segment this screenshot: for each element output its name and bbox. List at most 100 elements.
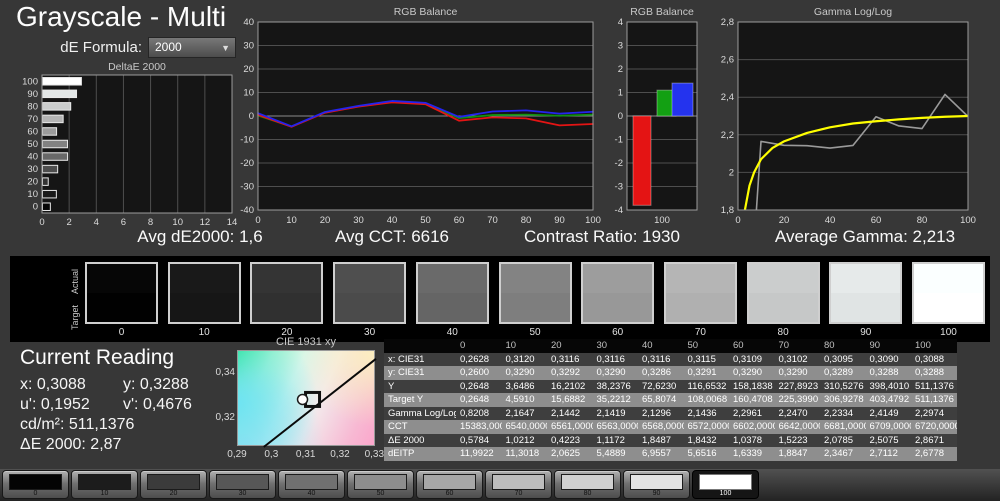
table-cell: 0,3290 xyxy=(505,367,535,379)
patch-button-10[interactable]: 10 xyxy=(71,470,138,499)
patch-swatch xyxy=(630,474,683,490)
swatch-actual-half xyxy=(87,264,156,293)
table-cell: 0,3289 xyxy=(824,367,854,379)
patch-label: 90 xyxy=(652,490,661,497)
table-cell: 306,9278 xyxy=(824,394,864,406)
svg-text:30: 30 xyxy=(353,215,364,226)
target-label: Target xyxy=(70,304,80,330)
svg-text:80: 80 xyxy=(521,215,532,226)
table-cell: 227,8923 xyxy=(778,380,819,392)
patch-button-60[interactable]: 60 xyxy=(416,470,483,499)
cie-chart: CIE 1931 xy 0,34 0,32 0,29 0,3 0,31 0,32 0,33 xyxy=(205,336,385,472)
patch-label: 40 xyxy=(307,490,316,497)
svg-text:90: 90 xyxy=(27,89,38,100)
swatch-target-half xyxy=(252,293,322,322)
patch-label: 80 xyxy=(583,490,592,497)
svg-text:30: 30 xyxy=(27,164,38,175)
patch-label: 70 xyxy=(514,490,523,497)
table-cell: 6720,0000 xyxy=(915,421,957,433)
gray-swatch xyxy=(250,262,324,324)
table-cell: 38,2376 xyxy=(596,380,631,392)
table-cell: 2,0785 xyxy=(824,434,854,446)
cie-x-tick-label: 0,29 xyxy=(227,449,247,460)
stat-contrast-ratio: Contrast Ratio: 1930 xyxy=(524,227,680,246)
patch-button-80[interactable]: 80 xyxy=(554,470,621,499)
table-cell: 0,3290 xyxy=(778,367,808,379)
table-row: Target Y 0,2648 4,5910 15,6882 35,2212 65,807… xyxy=(384,393,957,407)
swatch-actual-half xyxy=(500,264,570,293)
table-cell: 6,9557 xyxy=(642,448,672,460)
svg-text:20: 20 xyxy=(320,215,331,226)
table-cell: 1,5223 xyxy=(778,434,808,446)
patch-button-30[interactable]: 30 xyxy=(209,470,276,499)
patch-button-50[interactable]: 50 xyxy=(347,470,414,499)
table-cell: 0,3095 xyxy=(824,353,854,365)
svg-text:4: 4 xyxy=(618,17,623,28)
table-cell: 6602,0000 xyxy=(733,421,775,433)
swatch-label: 60 xyxy=(612,327,624,338)
patch-button-90[interactable]: 90 xyxy=(623,470,690,499)
table-cell: 6561,0000 xyxy=(551,421,593,433)
gray-swatch xyxy=(912,262,985,324)
table-cell: 2,1296 xyxy=(642,407,672,419)
svg-text:10: 10 xyxy=(286,215,297,226)
swatch-label: 90 xyxy=(860,327,872,338)
table-cell: 0,2628 xyxy=(460,353,490,365)
table-cell: 158,1838 xyxy=(733,380,773,392)
svg-text:40: 40 xyxy=(243,17,254,28)
swatch-target-half xyxy=(335,293,405,322)
patch-button-20[interactable]: 20 xyxy=(140,470,207,499)
cie-x-tick-label: 0,31 xyxy=(295,449,316,460)
svg-text:50: 50 xyxy=(420,215,431,226)
reading-x: x: 0,3088 xyxy=(20,376,86,393)
table-cell: 116,6532 xyxy=(687,380,727,392)
table-cell: 1,8487 xyxy=(642,434,672,446)
table-header-cell: 90 xyxy=(865,339,911,353)
table-cell: 6642,0000 xyxy=(778,421,821,433)
table-header-cell: 30 xyxy=(592,339,638,353)
table-cell: 0,2648 xyxy=(460,394,490,406)
swatch-label: 50 xyxy=(529,327,541,338)
table-cell: 65,8074 xyxy=(642,394,677,406)
swatch-label: 0 xyxy=(118,327,125,338)
table-header-cell: 0 xyxy=(456,339,502,353)
swatch-target-half xyxy=(500,293,570,322)
svg-text:0: 0 xyxy=(618,111,623,122)
patch-swatch xyxy=(354,474,407,490)
table-cell: 398,4010 xyxy=(869,380,910,392)
table-cell: 0,3290 xyxy=(733,367,763,379)
patch-button-100[interactable]: 100 xyxy=(692,470,759,499)
svg-text:2,8: 2,8 xyxy=(721,17,734,28)
table-cell: 0,3286 xyxy=(642,367,672,379)
patch-label: 50 xyxy=(376,490,385,497)
de-formula-value: 2000 xyxy=(155,40,182,54)
de-formula-select[interactable]: 2000 ▼ xyxy=(148,37,236,58)
patch-swatch xyxy=(216,474,269,490)
svg-text:DeltaE 2000: DeltaE 2000 xyxy=(108,61,166,73)
svg-text:1,8: 1,8 xyxy=(721,205,734,216)
table-header-cell: 50 xyxy=(683,339,729,353)
patch-button-40[interactable]: 40 xyxy=(278,470,345,499)
svg-text:2,4: 2,4 xyxy=(721,92,734,103)
svg-text:80: 80 xyxy=(27,101,38,112)
swatch-label: 70 xyxy=(694,327,706,338)
table-cell: 2,7112 xyxy=(869,448,898,460)
patch-label: 10 xyxy=(100,490,109,497)
svg-text:2: 2 xyxy=(66,217,71,228)
table-header-cell: 80 xyxy=(820,339,866,353)
patch-button-0[interactable]: 0 xyxy=(2,470,69,499)
swatch-target-half xyxy=(417,293,487,322)
dropdown-arrow-icon: ▼ xyxy=(221,43,230,53)
svg-text:80: 80 xyxy=(917,215,928,226)
table-cell: 6540,0000 xyxy=(505,421,548,433)
table-cell: 72,6230 xyxy=(642,380,677,392)
patch-button-70[interactable]: 70 xyxy=(485,470,552,499)
table-cell: 2,0625 xyxy=(551,448,581,460)
reading-v: v': 0,4676 xyxy=(123,396,192,413)
svg-text:0: 0 xyxy=(39,217,44,228)
table-cell: 511,1376 xyxy=(915,394,954,406)
svg-text:70: 70 xyxy=(27,114,38,125)
de-formula-label: dE Formula: xyxy=(60,39,142,56)
swatch-label: 80 xyxy=(777,327,789,338)
swatch-label: 40 xyxy=(446,327,458,338)
